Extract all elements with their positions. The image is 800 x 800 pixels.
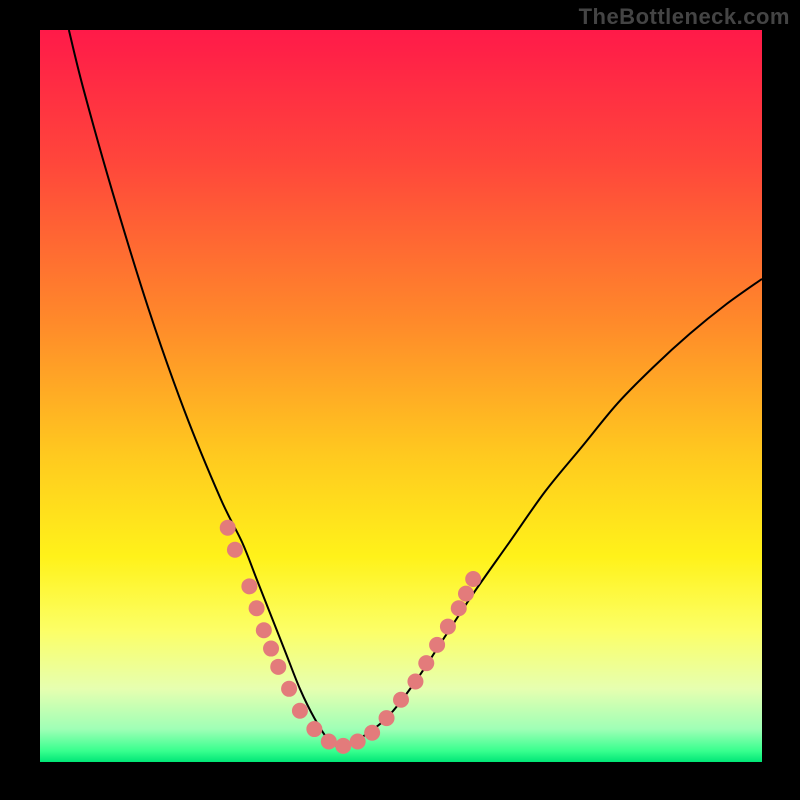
highlight-dot <box>379 710 395 726</box>
highlight-dot <box>220 520 236 536</box>
highlight-dot <box>321 734 337 750</box>
highlight-dot <box>429 637 445 653</box>
highlight-dot <box>465 571 481 587</box>
highlight-dot <box>263 641 279 657</box>
watermark-text: TheBottleneck.com <box>579 4 790 30</box>
highlight-dot <box>440 619 456 635</box>
highlight-dot <box>451 600 467 616</box>
highlight-dot <box>292 703 308 719</box>
highlight-dot <box>418 655 434 671</box>
plot-area <box>40 30 762 762</box>
highlight-dot <box>281 681 297 697</box>
plot-background <box>40 30 762 762</box>
highlight-dot <box>335 738 351 754</box>
highlight-dot <box>241 578 257 594</box>
highlight-dot <box>364 725 380 741</box>
plot-svg <box>40 30 762 762</box>
highlight-dot <box>306 721 322 737</box>
highlight-dot <box>249 600 265 616</box>
chart-frame: TheBottleneck.com <box>0 0 800 800</box>
highlight-dot <box>270 659 286 675</box>
highlight-dot <box>227 542 243 558</box>
highlight-dot <box>458 586 474 602</box>
highlight-dot <box>350 734 366 750</box>
highlight-dot <box>407 673 423 689</box>
highlight-dot <box>256 622 272 638</box>
highlight-dot <box>393 692 409 708</box>
